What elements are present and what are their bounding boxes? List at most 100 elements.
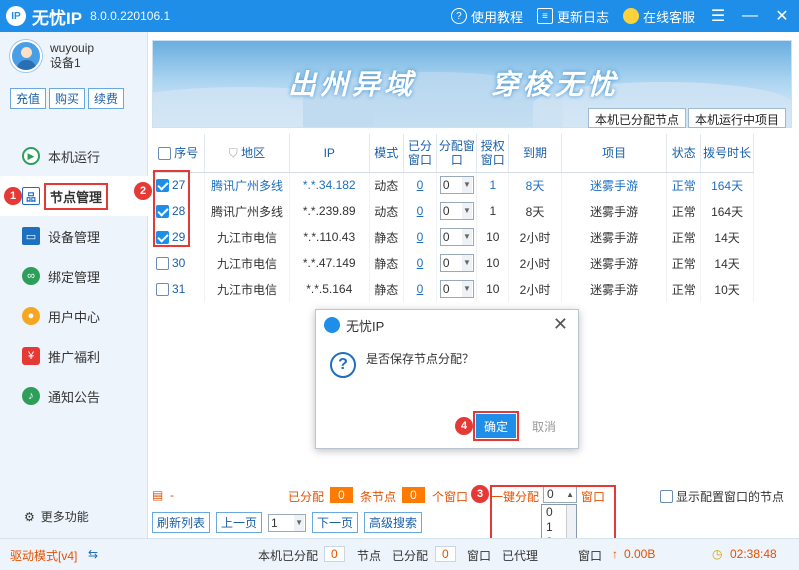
row-assigned-link[interactable]: 0: [417, 204, 424, 218]
col-seq[interactable]: 序号: [152, 134, 206, 173]
col-ip[interactable]: IP: [289, 134, 370, 173]
sidebar-item-announcements[interactable]: ♪ 通知公告: [0, 376, 148, 416]
refresh-list-button[interactable]: 刷新列表: [152, 512, 211, 533]
row-assigned-link[interactable]: 0: [417, 178, 424, 192]
row-project: 迷雾手游: [561, 172, 668, 198]
app-logo-icon: IP: [6, 6, 26, 26]
pagination-bar: 刷新列表 上一页 1 下一页 高级搜索: [152, 512, 423, 533]
traffic-speed: 0.00B: [624, 547, 656, 561]
row-region: 九江市电信: [204, 276, 290, 302]
col-status[interactable]: 状态: [666, 134, 702, 173]
col-region[interactable]: ⛉ 地区: [204, 134, 290, 173]
prev-page-button[interactable]: 上一页: [216, 512, 263, 533]
sync-icon[interactable]: ⇆: [88, 547, 98, 561]
row-assigned-link[interactable]: 0: [417, 230, 424, 244]
row-auth: 10: [476, 250, 510, 276]
assigned-node-count: 0: [330, 487, 353, 503]
avatar: [10, 40, 42, 72]
next-page-button[interactable]: 下一页: [312, 512, 359, 533]
col-expire[interactable]: 到期: [508, 134, 562, 173]
buy-button[interactable]: 购买: [49, 88, 86, 109]
row-project: 迷雾手游: [561, 250, 668, 276]
assigned-window-count: 0: [402, 487, 425, 503]
tutorial-button[interactable]: ? 使用教程: [450, 7, 523, 26]
tab-local-running-projects[interactable]: 本机运行中项目: [688, 108, 787, 128]
row-status: 正常: [666, 198, 702, 224]
row-project: 迷雾手游: [561, 198, 668, 224]
table-row[interactable]: 29九江市电信*.*.110.43静态00102小时迷雾手游正常14天: [152, 224, 754, 250]
show-config-checkbox[interactable]: [660, 490, 673, 503]
comment-icon: ▤: [152, 488, 164, 502]
user-panel: wuyouip 设备1: [10, 40, 94, 72]
row-alloc-select[interactable]: 0: [439, 176, 474, 195]
col-alloc[interactable]: 分配窗口: [436, 134, 478, 173]
row-alloc-select[interactable]: 0: [439, 254, 474, 272]
sidebar-item-node-management[interactable]: 1 品 节点管理: [0, 176, 148, 216]
col-assigned[interactable]: 已分窗口: [403, 134, 438, 173]
advanced-search-button[interactable]: 高级搜索: [364, 512, 423, 533]
app-logo-icon: [324, 317, 340, 333]
col-auth[interactable]: 授权窗口: [476, 134, 510, 173]
row-seq: 30: [172, 255, 186, 270]
tab-local-assigned-nodes[interactable]: 本机已分配节点: [588, 108, 687, 128]
sidebar-item-local-run[interactable]: ▶ 本机运行: [0, 136, 148, 176]
cancel-button[interactable]: 取消: [532, 418, 556, 435]
row-dial: 10天: [700, 276, 754, 302]
menu-icon[interactable]: ☰: [709, 6, 727, 26]
row-dial: 14天: [700, 250, 754, 276]
confirm-button[interactable]: 确定: [473, 411, 519, 441]
support-button[interactable]: 在线客服: [622, 7, 695, 26]
sidebar-item-user-center[interactable]: ● 用户中心: [0, 296, 148, 336]
renew-button[interactable]: 续费: [88, 88, 125, 109]
row-checkbox[interactable]: [156, 283, 169, 297]
row-assigned-link[interactable]: 0: [417, 282, 424, 296]
more-features-button[interactable]: ⚙ 更多功能: [24, 508, 89, 525]
row-auth: 1: [476, 172, 510, 198]
table-row[interactable]: 27腾讯广州多线*.*.34.182动态0018天迷雾手游正常164天: [152, 172, 754, 198]
row-alloc-select[interactable]: 0: [439, 202, 474, 220]
col-mode[interactable]: 模式: [369, 134, 404, 173]
sidebar: wuyouip 设备1 充值 购买 续费 ▶ 本机运行 1 品 节点管理 ▭ 设…: [0, 32, 148, 538]
sidebar-item-promotion[interactable]: ¥ 推广福利: [0, 336, 148, 376]
table-row[interactable]: 30九江市电信*.*.47.149静态00102小时迷雾手游正常14天: [152, 250, 754, 276]
bell-icon: ♪: [22, 387, 40, 405]
step-badge-1: 1: [4, 187, 22, 205]
play-icon: ▶: [22, 147, 40, 165]
row-status: 正常: [666, 276, 702, 302]
help-icon: ?: [450, 8, 467, 24]
row-alloc-select[interactable]: 0: [439, 228, 474, 246]
row-project: 迷雾手游: [561, 276, 668, 302]
question-icon: ?: [330, 352, 356, 378]
recharge-button[interactable]: 充值: [10, 88, 47, 109]
page-select[interactable]: 1: [268, 513, 307, 532]
row-checkbox[interactable]: [156, 257, 169, 271]
assigned-window-total: 0: [435, 546, 456, 562]
sidebar-item-device-management[interactable]: ▭ 设备管理: [0, 216, 148, 256]
row-dial: 14天: [700, 224, 754, 250]
row-dial: 164天: [700, 198, 754, 224]
minimize-icon[interactable]: —: [741, 7, 759, 25]
close-icon[interactable]: ✕: [773, 6, 791, 26]
row-expire: 2小时: [508, 250, 562, 276]
select-all-checkbox[interactable]: [158, 146, 172, 160]
row-ip: *.*.5.164: [289, 276, 370, 302]
row-ip: *.*.110.43: [289, 224, 370, 250]
confirm-dialog: 无忧IP ✕ ? 是否保存节点分配？ 4 确定 取消: [315, 309, 579, 449]
changelog-button[interactable]: ≡ 更新日志: [536, 7, 609, 26]
title-bar: IP 无忧IP 8.0.0.220106.1 ? 使用教程 ≡ 更新日志 在线客服 …: [0, 0, 799, 32]
step-badge-2: 2: [134, 182, 152, 200]
local-node-count: 0: [324, 546, 345, 562]
row-mode: 静态: [369, 276, 404, 302]
col-project[interactable]: 项目: [561, 134, 668, 173]
row-alloc-select[interactable]: 0: [439, 280, 474, 298]
col-dial[interactable]: 拨号时长: [700, 134, 754, 173]
runtime-clock: 02:38:48: [730, 547, 777, 561]
row-ip: *.*.47.149: [289, 250, 370, 276]
sidebar-item-binding-management[interactable]: ∞ 绑定管理: [0, 256, 148, 296]
table-row[interactable]: 31九江市电信*.*.5.164静态00102小时迷雾手游正常10天: [152, 276, 754, 302]
dialog-close-icon[interactable]: ✕: [553, 314, 568, 335]
row-status: 正常: [666, 172, 702, 198]
table-row[interactable]: 28腾讯广州多线*.*.239.89动态0018天迷雾手游正常164天: [152, 198, 754, 224]
row-assigned-link[interactable]: 0: [417, 256, 424, 270]
show-config-nodes-toggle[interactable]: 显示配置窗口的节点: [660, 488, 784, 505]
